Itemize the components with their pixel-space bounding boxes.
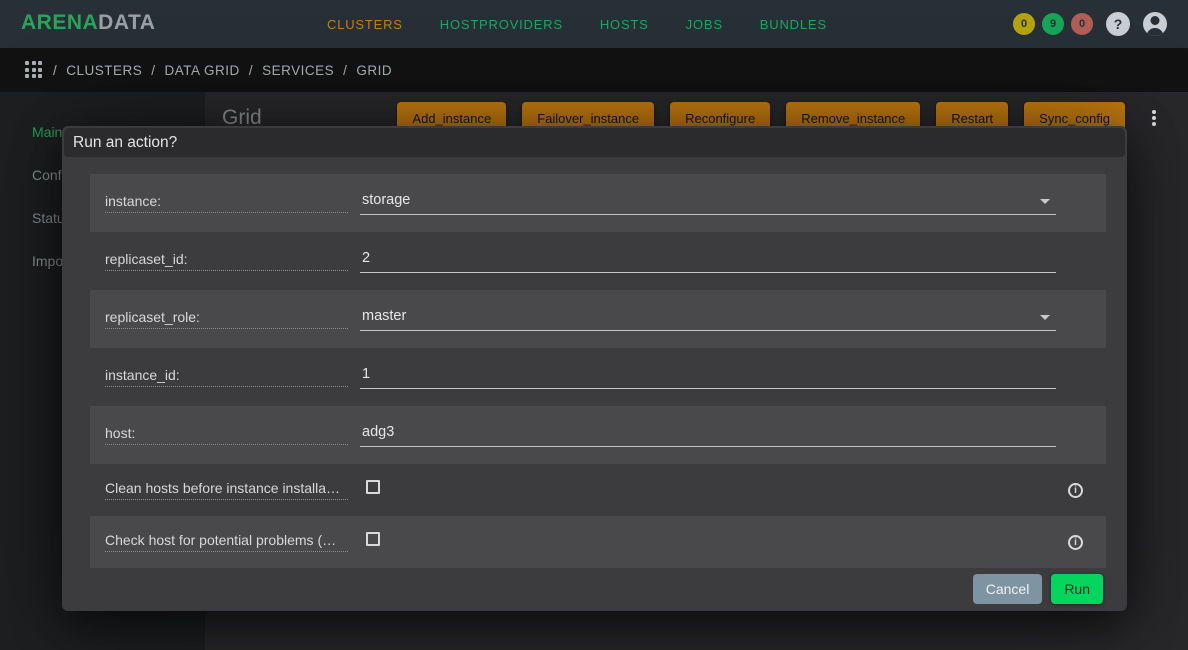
host-input[interactable]: adg3 bbox=[360, 424, 1056, 447]
field-row-replicaset-id: replicaset_id: 2 bbox=[90, 232, 1106, 290]
breadcrumb-separator: / bbox=[151, 63, 155, 78]
breadcrumb-clusters[interactable]: CLUSTERS bbox=[66, 63, 142, 78]
breadcrumb-toolbar-bar: / CLUSTERS / DATA GRID / SERVICES / GRID… bbox=[0, 48, 1188, 92]
main-menu: CLUSTERS HOSTPROVIDERS HOSTS JOBS BUNDLE… bbox=[327, 0, 827, 48]
field-row-replicaset-role: replicaset_role: master bbox=[90, 290, 1106, 348]
field-label-replicaset-id: replicaset_id: bbox=[105, 251, 348, 271]
instance-id-value: 1 bbox=[362, 366, 370, 382]
breadcrumb-grid[interactable]: GRID bbox=[356, 63, 392, 78]
field-row-clean-hosts: Clean hosts before instance installa… i bbox=[90, 464, 1106, 516]
field-label-instance-id: instance_id: bbox=[105, 367, 348, 387]
topnav-right-group: 0 9 0 ? bbox=[1013, 0, 1167, 48]
breadcrumb-separator: / bbox=[249, 63, 253, 78]
field-label-host: host: bbox=[105, 425, 348, 445]
replicaset-id-input[interactable]: 2 bbox=[360, 250, 1056, 273]
user-head-glyph bbox=[1151, 16, 1160, 25]
field-row-check-host: Check host for potential problems (… i bbox=[90, 516, 1106, 568]
dialog-header: Run an action? bbox=[64, 128, 1125, 157]
nav-item-hosts[interactable]: HOSTS bbox=[600, 17, 649, 32]
run-action-dialog: Run an action? instance: storage replica… bbox=[62, 126, 1127, 611]
replicaset-role-select-value: master bbox=[362, 308, 406, 324]
field-label-replicaset-role: replicaset_role: bbox=[105, 309, 348, 329]
field-label-clean-hosts: Clean hosts before instance installa… bbox=[105, 480, 348, 500]
breadcrumb-separator: / bbox=[343, 63, 347, 78]
jobs-failed-badge[interactable]: 0 bbox=[1071, 13, 1093, 35]
help-icon[interactable]: ? bbox=[1106, 12, 1130, 36]
dialog-footer: Cancel Run bbox=[62, 574, 1103, 604]
run-button[interactable]: Run bbox=[1051, 574, 1103, 604]
jobs-warning-badge[interactable]: 0 bbox=[1013, 13, 1035, 35]
info-icon[interactable]: i bbox=[1068, 483, 1083, 498]
field-row-host: host: adg3 bbox=[90, 406, 1106, 464]
user-shoulders-glyph bbox=[1147, 28, 1164, 36]
apps-grid-icon[interactable] bbox=[25, 61, 42, 78]
field-row-instance: instance: storage bbox=[90, 174, 1106, 232]
top-navbar: ARENADATA CLUSTERS HOSTPROVIDERS HOSTS J… bbox=[0, 0, 1188, 48]
breadcrumb-data-grid[interactable]: DATA GRID bbox=[165, 63, 240, 78]
clean-hosts-checkbox[interactable] bbox=[366, 480, 380, 494]
user-account-icon[interactable] bbox=[1143, 12, 1167, 36]
dialog-title: Run an action? bbox=[73, 134, 177, 152]
breadcrumb: / CLUSTERS / DATA GRID / SERVICES / GRID bbox=[53, 48, 392, 92]
arenadata-logo[interactable]: ARENADATA bbox=[21, 11, 155, 35]
nav-item-jobs[interactable]: JOBS bbox=[686, 17, 723, 32]
replicaset-role-select[interactable]: master bbox=[360, 308, 1056, 331]
replicaset-id-value: 2 bbox=[362, 250, 370, 266]
chevron-down-icon bbox=[1040, 199, 1050, 204]
instance-id-input[interactable]: 1 bbox=[360, 366, 1056, 389]
more-actions-kebab-icon[interactable] bbox=[1147, 106, 1161, 130]
nav-item-hostproviders[interactable]: HOSTPROVIDERS bbox=[440, 17, 563, 32]
host-value: adg3 bbox=[362, 424, 394, 440]
info-icon[interactable]: i bbox=[1068, 535, 1083, 550]
cancel-button[interactable]: Cancel bbox=[973, 574, 1043, 604]
field-row-instance-id: instance_id: 1 bbox=[90, 348, 1106, 406]
logo-text-arena: ARENA bbox=[21, 11, 98, 34]
nav-item-bundles[interactable]: BUNDLES bbox=[760, 17, 827, 32]
chevron-down-icon bbox=[1040, 315, 1050, 320]
dialog-form: instance: storage replicaset_id: 2 repli… bbox=[90, 174, 1106, 568]
breadcrumb-services[interactable]: SERVICES bbox=[262, 63, 334, 78]
jobs-success-badge[interactable]: 9 bbox=[1042, 13, 1064, 35]
field-label-instance: instance: bbox=[105, 193, 348, 213]
breadcrumb-separator: / bbox=[53, 63, 57, 78]
nav-item-clusters[interactable]: CLUSTERS bbox=[327, 17, 403, 32]
logo-text-data: DATA bbox=[98, 11, 155, 34]
check-host-checkbox[interactable] bbox=[366, 532, 380, 546]
instance-select-value: storage bbox=[362, 192, 410, 208]
field-label-check-host: Check host for potential problems (… bbox=[105, 532, 348, 552]
instance-select[interactable]: storage bbox=[360, 192, 1056, 215]
